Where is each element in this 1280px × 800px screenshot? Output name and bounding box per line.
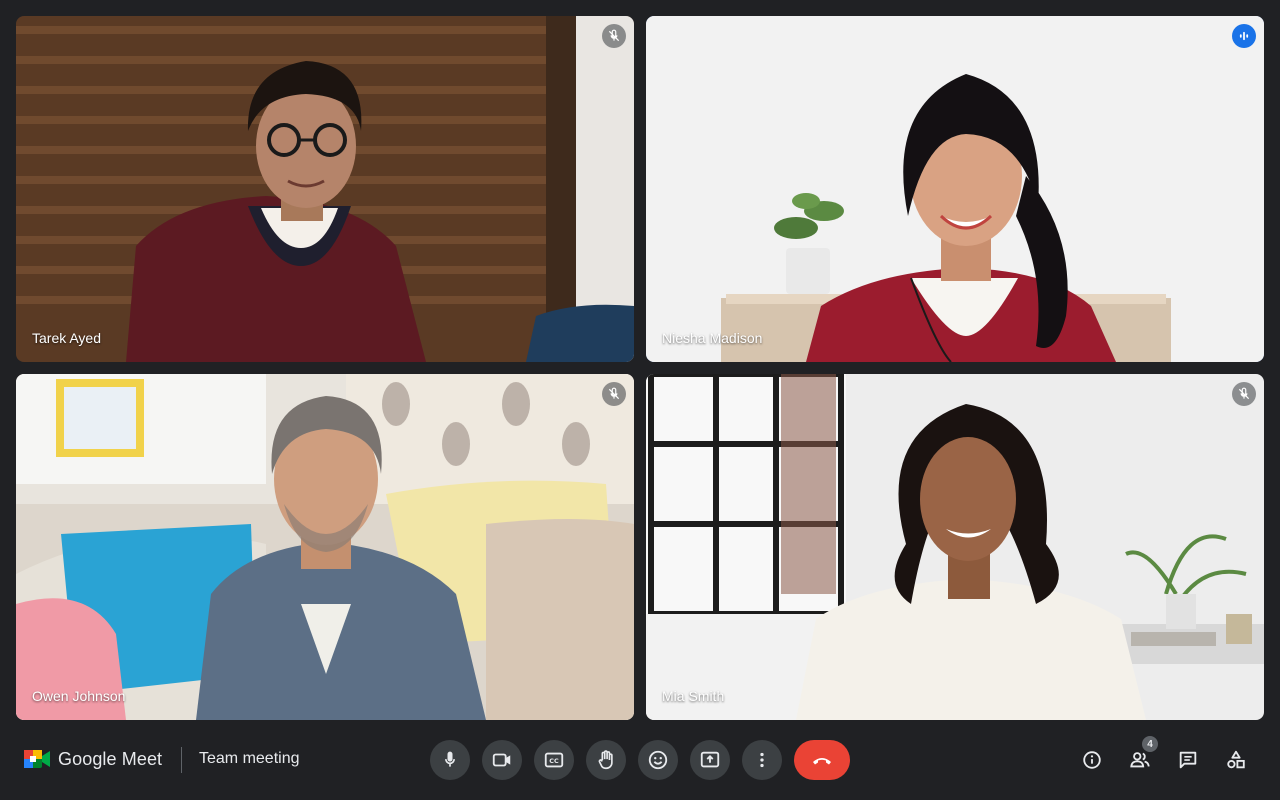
people-button[interactable]: 4 <box>1116 736 1164 780</box>
present-screen-icon <box>700 751 720 768</box>
chat-button[interactable] <box>1164 740 1212 780</box>
participant-video <box>646 16 1264 362</box>
reactions-button[interactable] <box>638 740 678 780</box>
captions-button[interactable]: CC <box>534 740 574 780</box>
participant-count-badge: 4 <box>1142 736 1158 752</box>
meeting-details-button[interactable] <box>1068 740 1116 780</box>
participant-name: Niesha Madison <box>662 330 763 346</box>
mic-icon <box>445 751 455 767</box>
bottom-toolbar: Google Meet Team meeting CC 4 <box>0 720 1280 800</box>
activities-icon <box>1227 750 1245 769</box>
people-icon <box>1130 752 1150 768</box>
camera-icon <box>492 753 511 767</box>
participant-video <box>16 16 634 362</box>
participant-tile-tarek[interactable]: Tarek Ayed <box>16 16 634 362</box>
participant-video <box>16 374 634 720</box>
call-controls: CC <box>430 740 850 780</box>
captions-glyph: CC <box>549 757 559 765</box>
mic-off-icon <box>608 29 620 42</box>
raise-hand-button[interactable] <box>586 740 626 780</box>
mic-off-icon <box>1238 387 1250 400</box>
chat-icon <box>1179 751 1197 769</box>
participant-name: Owen Johnson <box>32 688 126 704</box>
participant-name: Mia Smith <box>662 688 725 704</box>
participant-tile-owen[interactable]: Owen Johnson <box>16 374 634 720</box>
meeting-title: Team meeting <box>199 750 300 767</box>
leave-call-button[interactable] <box>794 740 850 780</box>
brand-name: Google Meet <box>58 748 163 769</box>
mic-off-indicator <box>602 24 626 48</box>
audio-level-icon <box>1239 31 1249 41</box>
call-end-icon <box>813 758 831 765</box>
divider <box>181 747 182 773</box>
more-vert-icon <box>760 752 764 768</box>
camera-button[interactable] <box>482 740 522 780</box>
captions-icon: CC <box>544 752 564 768</box>
mic-off-indicator <box>1232 382 1256 406</box>
activities-button[interactable] <box>1212 740 1260 780</box>
participant-tile-niesha[interactable]: Niesha Madison <box>646 16 1264 362</box>
mic-off-icon <box>608 387 620 400</box>
google-meet-logo-icon <box>24 750 50 768</box>
participant-tile-mia[interactable]: Mia Smith <box>646 374 1264 720</box>
participant-name: Tarek Ayed <box>32 330 102 346</box>
info-icon <box>1083 751 1101 769</box>
mic-off-indicator <box>602 382 626 406</box>
brand: Google Meet <box>24 748 162 770</box>
hand-icon <box>598 750 613 770</box>
side-panel-actions: 4 <box>1068 736 1260 780</box>
video-grid: Tarek Ayed Niesha Madison Owen Johnson M… <box>0 0 1280 720</box>
speaking-indicator <box>1232 24 1256 48</box>
more-options-button[interactable] <box>742 740 782 780</box>
emoji-icon <box>648 750 668 770</box>
participant-video <box>646 374 1264 720</box>
present-button[interactable] <box>690 740 730 780</box>
mic-button[interactable] <box>430 740 470 780</box>
